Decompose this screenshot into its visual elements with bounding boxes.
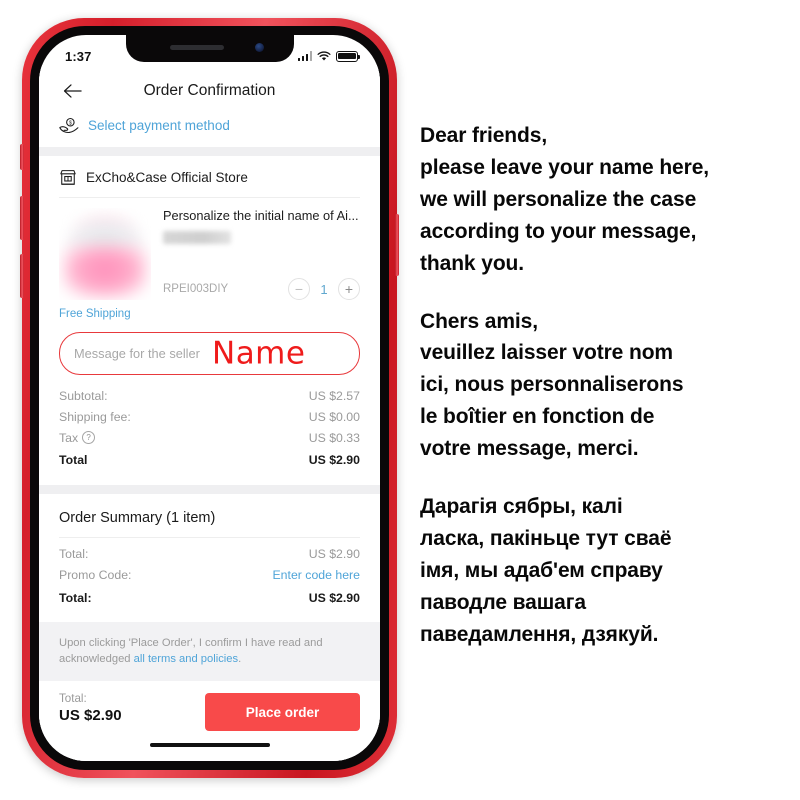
price-value: US $0.00: [308, 409, 360, 424]
nav-header: Order Confirmation: [39, 65, 380, 111]
quantity-stepper: − 1 +: [288, 278, 360, 300]
instructions-block-french: Chers amis, veuillez laisser votre nom i…: [420, 306, 792, 466]
instruction-line: le boîtier en fonction de: [420, 405, 655, 429]
notch: [125, 35, 294, 62]
bottom-total-value: US $2.90: [59, 707, 122, 725]
volume-down-button[interactable]: [20, 254, 24, 298]
place-order-button[interactable]: Place order: [205, 693, 360, 732]
summary-row-promo: Promo Code: Enter code here: [59, 565, 360, 586]
price-row-shipping: Shipping fee: US $0.00: [59, 406, 360, 427]
summary-row-total: Total: US $2.90: [59, 544, 360, 565]
instruction-line: Dear friends,: [420, 124, 548, 147]
instruction-line: Дарагія сябры, калі: [420, 495, 623, 519]
product-title: Personalize the initial name of Ai...: [163, 208, 359, 223]
instructions-block-english: Dear friends, please leave your name her…: [420, 120, 792, 280]
price-row-tax: Tax ? US $0.33: [59, 427, 360, 448]
phone-screen: 1:37 Order Confirmation $ Select payment…: [39, 35, 380, 761]
price-label: Tax: [59, 430, 79, 445]
price-label-wrap: Tax ?: [59, 430, 96, 445]
instruction-line: according to your message,: [420, 219, 697, 243]
quantity-value: 1: [320, 281, 328, 297]
summary-row-grand-total: Total: US $2.90: [59, 586, 360, 609]
price-value: US $0.33: [308, 430, 360, 445]
all-terms-and-policies-link[interactable]: all terms and policies: [134, 653, 238, 665]
bottom-total: Total: US $2.90: [59, 692, 122, 724]
price-label: Total: [59, 453, 88, 467]
earpiece-speaker-icon: [169, 45, 224, 50]
price-row-subtotal: Subtotal: US $2.57: [59, 385, 360, 406]
front-camera-icon: [254, 43, 264, 52]
instruction-line: імя, мы адаб'ем справу: [420, 558, 663, 582]
instruction-line: votre message, merci.: [420, 437, 639, 461]
message-for-seller-input[interactable]: Message for the seller Name: [59, 332, 360, 375]
instruction-line: we will personalize the case: [420, 187, 697, 211]
instructions-panel: Dear friends, please leave your name her…: [420, 120, 792, 651]
battery-icon: [336, 50, 361, 62]
instruction-line: veuillez laisser votre nom: [420, 341, 674, 365]
phone-mockup: 1:37 Order Confirmation $ Select payment…: [20, 18, 399, 778]
summary-label: Total:: [59, 590, 92, 605]
checkout-bottom-bar: Total: US $2.90 Place order: [39, 681, 380, 761]
mute-switch-button[interactable]: [20, 144, 24, 170]
terms-notice: Upon clicking 'Place Order', I confirm I…: [39, 622, 380, 682]
home-indicator[interactable]: [149, 743, 270, 747]
cellular-signal-icon: [297, 51, 312, 61]
status-time: 1:37: [65, 48, 92, 64]
product-sku: RPEI003DIY: [163, 283, 229, 295]
product-variant-blurred: [163, 230, 231, 244]
select-payment-method-row[interactable]: $ Select payment method: [39, 111, 380, 147]
instruction-line: ласка, пакіньце тут сваё: [420, 526, 672, 550]
enter-promo-code-link[interactable]: Enter code here: [272, 568, 360, 582]
phone-bezel: 1:37 Order Confirmation $ Select payment…: [30, 26, 389, 770]
store-card: ExCho&Case Official Store Personalize th…: [39, 156, 380, 485]
tax-help-icon[interactable]: ?: [82, 431, 96, 444]
product-image[interactable]: [59, 208, 151, 300]
order-summary-card: Order Summary (1 item) Total: US $2.90 P…: [39, 493, 380, 622]
store-name: ExCho&Case Official Store: [86, 170, 248, 185]
storefront-icon: [59, 169, 77, 186]
power-button[interactable]: [395, 214, 399, 276]
summary-label: Total:: [59, 547, 89, 561]
instruction-line: please leave your name here,: [420, 155, 710, 179]
section-divider: [39, 484, 380, 494]
status-icons: [297, 50, 361, 62]
terms-text-after: .: [238, 653, 242, 666]
page-title: Order Confirmation: [143, 82, 276, 99]
app-content: Order Confirmation $ Select payment meth…: [39, 65, 380, 761]
instruction-line: паводле вашага: [420, 590, 586, 614]
message-placeholder: Message for the seller: [74, 346, 200, 361]
summary-value: US $2.90: [308, 590, 360, 605]
back-arrow-icon[interactable]: [59, 78, 85, 104]
wifi-icon: [317, 50, 331, 62]
select-payment-method-label: Select payment method: [88, 118, 230, 133]
summary-value: US $2.90: [308, 547, 360, 561]
product-row[interactable]: Personalize the initial name of Ai... RP…: [39, 198, 380, 306]
name-annotation-overlay: Name: [212, 334, 306, 371]
bottom-total-label: Total:: [59, 692, 87, 706]
price-label: Shipping fee:: [59, 409, 131, 424]
hand-holding-money-icon: $: [59, 117, 79, 134]
price-label: Subtotal:: [59, 388, 108, 403]
order-summary-rows: Total: US $2.90 Promo Code: Enter code h…: [39, 538, 380, 615]
free-shipping-label: Free Shipping: [59, 308, 131, 320]
instruction-line: ici, nous personnaliserons: [420, 373, 684, 397]
product-info: Personalize the initial name of Ai... RP…: [163, 208, 360, 300]
price-breakdown: Subtotal: US $2.57 Shipping fee: US $0.0…: [39, 385, 380, 485]
instruction-line: паведамлення, дзякуй.: [420, 622, 659, 646]
instruction-line: Chers amis,: [420, 309, 538, 333]
order-summary-title: Order Summary (1 item): [59, 509, 216, 526]
section-divider: [39, 147, 380, 156]
price-value: US $2.90: [308, 453, 360, 467]
instructions-block-belarusian: Дарагія сябры, калі ласка, пакіньце тут …: [420, 491, 792, 651]
product-bottom-row: RPEI003DIY − 1 +: [163, 278, 360, 300]
instruction-line: thank you.: [420, 251, 525, 275]
store-row[interactable]: ExCho&Case Official Store: [39, 156, 380, 197]
svg-text:$: $: [69, 121, 72, 127]
summary-label: Promo Code:: [59, 568, 132, 582]
price-row-total: Total US $2.90: [59, 448, 360, 471]
quantity-increase-button[interactable]: +: [338, 278, 360, 300]
volume-up-button[interactable]: [20, 196, 24, 240]
price-value: US $2.57: [308, 388, 360, 403]
quantity-decrease-button[interactable]: −: [288, 278, 310, 300]
